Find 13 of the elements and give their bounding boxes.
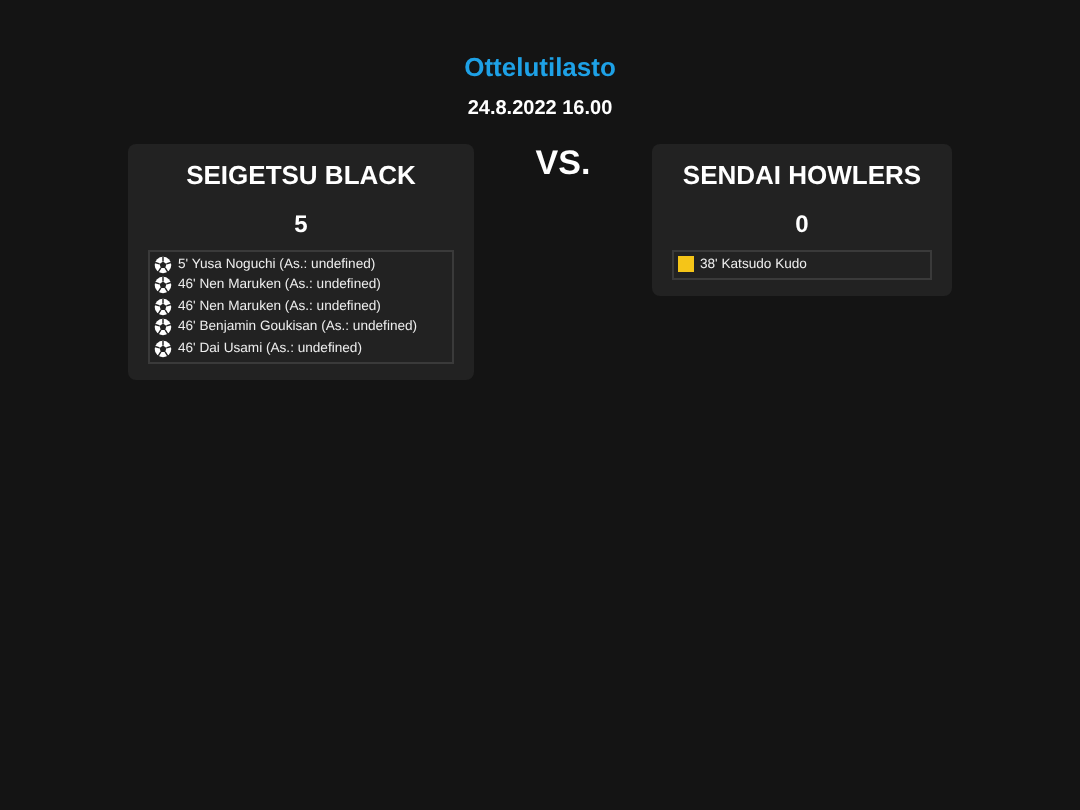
team-name: SENDAI HOWLERS (680, 160, 924, 190)
soccer-ball-icon (154, 297, 172, 316)
penalty-card-icon (678, 256, 694, 273)
match-date: 24.8.2022 16.00 (465, 98, 615, 120)
team-name: SEIGETSU BLACK (184, 160, 418, 190)
soccer-ball-icon (154, 339, 172, 358)
team-score: 5 (292, 210, 310, 238)
soccer-ball-icon (154, 276, 172, 295)
soccer-ball-icon (154, 255, 172, 274)
page-title: Ottelutilasto (462, 50, 618, 84)
soccer-ball-icon (154, 318, 172, 337)
versus-label: VS. (535, 144, 591, 184)
team-score: 0 (793, 210, 811, 238)
